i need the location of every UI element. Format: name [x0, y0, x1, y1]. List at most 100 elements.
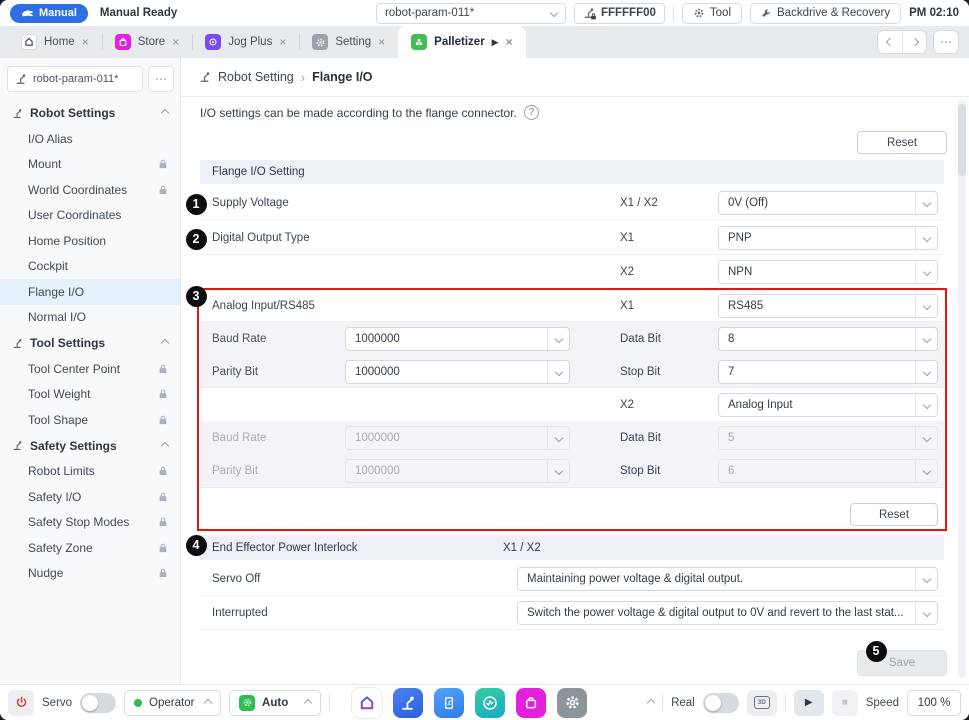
flange-io-panel: Robot Setting › Flange I/O I/O settings …	[181, 58, 969, 684]
sidebar-item-tool-center-point[interactable]: Tool Center Point	[0, 356, 180, 382]
sidebar-item-io-alias[interactable]: I/O Alias	[0, 126, 180, 152]
sidebar-item-cockpit[interactable]: Cockpit	[0, 254, 180, 280]
servo-off-label: Servo Off	[212, 573, 260, 585]
manual-mode-button[interactable]: Manual	[10, 4, 88, 23]
sidebar-item-tool-weight[interactable]: Tool Weight	[0, 382, 180, 408]
dock-home-app[interactable]	[352, 688, 382, 718]
sidebar-group-tool-settings[interactable]: Tool Settings	[0, 330, 180, 356]
sidebar-group-robot-settings[interactable]: Robot Settings	[0, 100, 180, 126]
dock-monitoring-app[interactable]	[475, 688, 505, 718]
sidebar-item-mount[interactable]: Mount	[0, 152, 180, 178]
lock-icon	[158, 159, 168, 169]
tool-button-label: Tool	[710, 7, 731, 19]
sidebar-item-user-coordinates[interactable]: User Coordinates	[0, 203, 180, 229]
home-icon	[358, 694, 376, 712]
dock-teach-pendant-app[interactable]	[434, 688, 464, 718]
operator-select[interactable]: Operator	[124, 690, 221, 716]
tab-scroll-left-button[interactable]	[878, 31, 902, 53]
chevron-down-icon	[547, 427, 569, 449]
tab-scroll-right-button[interactable]	[902, 31, 926, 53]
sidebar-item-robot-limits[interactable]: Robot Limits	[0, 459, 180, 485]
home-app-icon	[21, 34, 37, 50]
callout-badge-1: 1	[186, 194, 207, 215]
tab-label: Palletizer	[434, 36, 485, 48]
sidebar-item-safety-io[interactable]: Safety I/O	[0, 484, 180, 510]
x1-stop-bit-select[interactable]: 7	[718, 360, 938, 384]
tab-home[interactable]: Home ×	[8, 26, 102, 58]
dock-robot-settings-app[interactable]	[393, 688, 423, 718]
digital-output-x1-row: Digital Output Type X1 PNP	[200, 221, 944, 255]
supply-voltage-select[interactable]: 0V (Off)	[718, 191, 938, 215]
scrollbar-thumb[interactable]	[958, 104, 966, 176]
callout-badge-2: 2	[186, 229, 207, 250]
sidebar-item-normal-io[interactable]: Normal I/O	[0, 305, 180, 331]
backdrive-recovery-button[interactable]: Backdrive & Recovery	[750, 3, 901, 24]
callout-badge-4: 4	[186, 535, 207, 556]
reset-button[interactable]: Reset	[857, 131, 947, 154]
flange-code-field[interactable]: FFFFFF00	[574, 3, 665, 24]
chevron-down-icon	[915, 568, 937, 590]
interrupted-row: Interrupted Switch the power voltage & d…	[200, 596, 944, 630]
close-icon[interactable]: ×	[279, 36, 286, 48]
servo-off-select[interactable]: Maintaining power voltage & digital outp…	[517, 567, 938, 591]
hand-jog-icon	[21, 8, 34, 18]
sidebar-item-home-position[interactable]: Home Position	[0, 228, 180, 254]
tab-setting[interactable]: Setting ×	[299, 26, 398, 58]
rs485-x1-subpanel: Baud Rate 1000000 Data Bit 8 Parity Bit …	[200, 322, 944, 388]
stop-button: ■	[832, 690, 858, 716]
close-icon[interactable]: ×	[172, 36, 179, 48]
sidebar-item-nudge[interactable]: Nudge	[0, 561, 180, 587]
tab-bar: Home × Store × Jog Plus × Setting ×	[0, 26, 969, 58]
close-icon[interactable]: ×	[506, 36, 513, 48]
sidebar-more-button[interactable]: ⋯	[148, 66, 174, 92]
robot-lock-icon	[583, 7, 595, 19]
x1-data-bit-select[interactable]: 8	[718, 327, 938, 351]
palletizer-app-icon	[411, 34, 427, 50]
tab-palletizer[interactable]: Palletizer ▶ ×	[398, 26, 525, 58]
tab-store[interactable]: Store ×	[102, 26, 193, 58]
tab-jog-plus[interactable]: Jog Plus ×	[192, 26, 299, 58]
real-mode-toggle[interactable]	[703, 693, 739, 713]
lock-icon	[158, 543, 168, 553]
analog-x2-select[interactable]: Analog Input	[718, 393, 938, 417]
digital-output-x2-select[interactable]: NPN	[718, 260, 938, 284]
sidebar-item-tool-shape[interactable]: Tool Shape	[0, 407, 180, 433]
chevron-up-icon	[161, 109, 169, 117]
speed-value-field[interactable]: 100 %	[907, 690, 961, 716]
help-icon[interactable]: ?	[524, 105, 539, 120]
interrupted-select[interactable]: Switch the power voltage & digital outpu…	[517, 601, 938, 625]
close-icon[interactable]: ×	[82, 36, 89, 48]
tab-more-button[interactable]: ⋯	[933, 30, 959, 54]
sidebar-group-safety-settings[interactable]: Safety Settings	[0, 433, 180, 459]
wrench-icon	[761, 8, 772, 19]
auto-mode-select[interactable]: Auto	[229, 690, 321, 716]
digital-output-x1-select[interactable]: PNP	[718, 226, 938, 250]
x1-baud-rate-select[interactable]: 1000000	[345, 327, 570, 351]
analog-x1-select[interactable]: RS485	[718, 294, 938, 318]
sidebar-item-world-coordinates[interactable]: World Coordinates	[0, 177, 180, 203]
sidebar-item-safety-zone[interactable]: Safety Zone	[0, 535, 180, 561]
dock-store-app[interactable]	[516, 688, 546, 718]
tool-button[interactable]: Tool	[682, 3, 742, 24]
dock-collapse-chevron[interactable]	[647, 698, 655, 706]
lock-icon	[158, 466, 168, 476]
3d-view-button[interactable]: 3D	[747, 690, 777, 716]
param-file-select[interactable]: robot-param-011*	[376, 3, 566, 24]
dock-settings-app[interactable]	[557, 688, 587, 718]
close-icon[interactable]: ×	[378, 36, 385, 48]
x1-parity-bit-select[interactable]: 1000000	[345, 360, 570, 384]
chevron-down-icon	[915, 192, 937, 214]
chevron-down-icon	[915, 394, 937, 416]
robot-icon	[12, 108, 23, 119]
servo-toggle[interactable]	[80, 693, 116, 713]
parity-bit-label: Parity Bit	[212, 366, 258, 378]
chevron-down-icon	[547, 328, 569, 350]
flange-code-value: FFFFFF00	[601, 7, 656, 19]
analog-reset-button[interactable]: Reset	[850, 503, 938, 526]
sidebar-item-safety-stop-modes[interactable]: Safety Stop Modes	[0, 510, 180, 536]
sidebar-param-file[interactable]: robot-param-011*	[7, 66, 143, 92]
breadcrumb-parent[interactable]: Robot Setting	[218, 70, 294, 84]
sidebar-item-flange-io[interactable]: Flange I/O	[0, 279, 180, 305]
servo-power-button[interactable]	[8, 690, 34, 716]
play-button[interactable]: ▶	[794, 690, 824, 716]
